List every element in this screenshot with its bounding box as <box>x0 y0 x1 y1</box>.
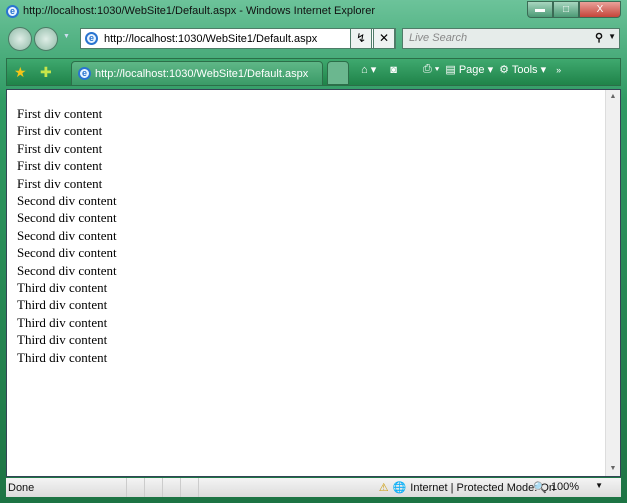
print-icon[interactable]: ⎙ ▾ <box>423 63 439 76</box>
scroll-up-arrow[interactable]: ▲ <box>606 90 620 104</box>
tab-ie-icon: e <box>78 67 91 80</box>
scroll-down-arrow[interactable]: ▼ <box>606 462 620 476</box>
title-bar: e http://localhost:1030/WebSite1/Default.… <box>6 3 375 19</box>
page-menu[interactable]: ▤ Page ▾ <box>445 63 493 76</box>
content-line: Second div content <box>17 227 117 243</box>
content-line: Third div content <box>17 280 108 296</box>
refresh-button[interactable]: ↯ <box>350 28 372 49</box>
back-button[interactable] <box>8 27 32 51</box>
stop-button[interactable]: ✕ <box>373 28 395 49</box>
zoom-level[interactable]: 100% <box>551 481 579 494</box>
tools-menu[interactable]: ⚙ Tools ▾ <box>499 63 546 76</box>
feeds-icon[interactable]: ◙ <box>390 64 397 76</box>
browser-window: e http://localhost:1030/WebSite1/Default.… <box>0 0 627 503</box>
zoom-dropdown[interactable]: ▼ <box>595 481 603 494</box>
window-title: http://localhost:1030/WebSite1/Default.a… <box>23 5 375 17</box>
content-line: Third div content <box>17 314 108 330</box>
content-line: First div content <box>17 175 103 191</box>
content-line: Second div content <box>17 210 117 226</box>
content-line: First div content <box>17 106 103 121</box>
content-line: Third div content <box>17 332 108 348</box>
tools-menu-label: Tools <box>511 64 538 76</box>
popup-blocked-icon[interactable]: ⚠ <box>379 481 389 494</box>
more-chevron-icon[interactable]: » <box>556 65 561 75</box>
content-line: Second div content <box>17 262 117 278</box>
page-menu-label: Page <box>458 64 485 76</box>
content-line: First div content <box>17 123 103 139</box>
add-favorites-icon[interactable]: ✚ <box>40 64 52 81</box>
content-lines: First div content First div content First … <box>17 105 117 366</box>
page-icon: e <box>85 32 98 45</box>
vertical-scrollbar[interactable]: ▲ ▼ <box>605 90 620 476</box>
status-text: Done <box>8 481 35 494</box>
search-input[interactable]: Live Search <box>409 32 467 44</box>
command-bar: ★ ✚ e http://localhost:1030/WebSite1/Defa… <box>6 58 621 86</box>
address-bar[interactable]: e http://localhost:1030/WebSite1/Default.… <box>80 28 396 49</box>
favorites-star-icon[interactable]: ★ <box>14 64 27 81</box>
content-line: Second div content <box>17 245 117 261</box>
globe-icon: 🌐 <box>392 482 407 494</box>
maximize-button[interactable]: □ <box>553 1 579 18</box>
search-box[interactable]: Live Search ⚲ ▼ <box>402 28 620 49</box>
tab-label: http://localhost:1030/WebSite1/Default.a… <box>95 67 309 80</box>
zoom-icon: 🔍 <box>533 482 547 494</box>
recent-pages-dropdown[interactable]: ▼ <box>63 33 70 40</box>
new-tab-button[interactable] <box>327 61 349 85</box>
home-icon[interactable]: ⌂ ▾ <box>361 63 376 76</box>
status-bar: Done ⚠ 🌐 Internet | Protected Mode: On 🔍 10… <box>6 478 621 497</box>
close-button[interactable]: X <box>579 1 621 18</box>
content-line: Second div content <box>17 193 117 209</box>
forward-button[interactable] <box>34 27 58 51</box>
minimize-button[interactable]: ▬ <box>527 1 553 18</box>
content-line: First div content <box>17 158 103 174</box>
address-input[interactable]: http://localhost:1030/WebSite1/Default.a… <box>104 33 317 45</box>
ie-icon: e <box>6 4 19 18</box>
tab-current[interactable]: e http://localhost:1030/WebSite1/Default.… <box>71 61 323 86</box>
content-line: Third div content <box>17 297 108 313</box>
content-line: Third div content <box>17 349 108 365</box>
search-icon[interactable]: ⚲ <box>595 31 603 44</box>
page-content: First div content First div content First … <box>6 89 621 477</box>
search-dropdown[interactable]: ▼ <box>608 32 616 41</box>
content-line: First div content <box>17 140 103 156</box>
